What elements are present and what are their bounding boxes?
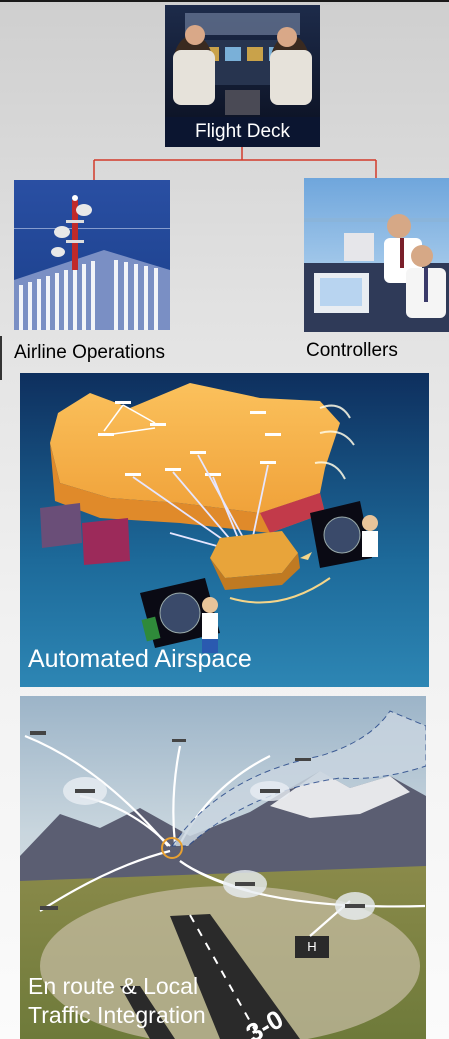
- control-tower-illustration: [304, 178, 449, 332]
- flight-deck-image: Flight Deck: [165, 5, 320, 147]
- traffic-integration-image: H 3-0 En route & Local Traffic Integrati…: [20, 696, 426, 1039]
- controllers-label: Controllers: [306, 340, 398, 361]
- helipad-marker: H: [295, 936, 329, 958]
- airline-operations-label: Airline Operations: [14, 342, 166, 363]
- traffic-integration-caption-line1: En route & Local: [28, 973, 199, 999]
- airline-operations-image: [14, 180, 170, 330]
- controllers-image: [304, 178, 449, 332]
- automated-airspace-caption: Automated Airspace: [28, 645, 252, 673]
- top-border: [0, 0, 449, 2]
- building-antenna-illustration: [14, 180, 170, 330]
- traffic-integration-caption-line2: Traffic Integration: [28, 1002, 206, 1028]
- automated-airspace-image: Automated Airspace: [20, 373, 429, 687]
- left-edge-mark: [0, 336, 2, 380]
- helipad-letter: H: [307, 939, 317, 954]
- airspace-illustration: [20, 373, 429, 687]
